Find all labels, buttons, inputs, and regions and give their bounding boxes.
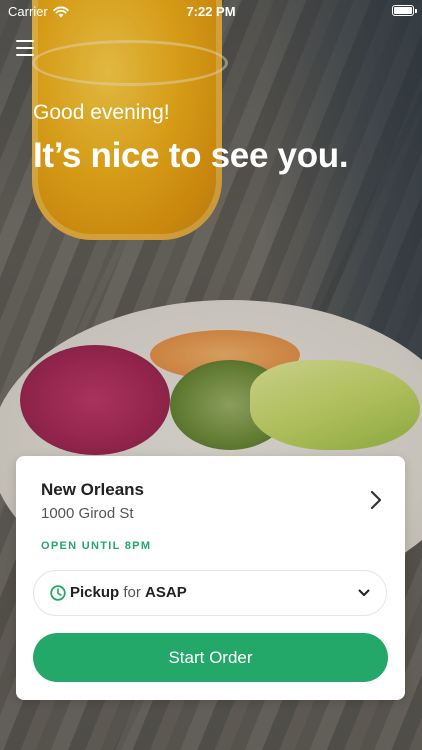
hamburger-menu-icon[interactable] — [16, 40, 34, 56]
greeting-text: Good evening! — [33, 101, 170, 124]
clock-icon — [50, 585, 66, 601]
start-order-button[interactable]: Start Order — [33, 633, 388, 682]
headline-text: It’s nice to see you. — [33, 136, 349, 175]
chevron-down-icon — [358, 589, 370, 596]
location-address: 1000 Girod St — [41, 505, 134, 522]
status-bar: Carrier 7:22 PM — [0, 0, 422, 22]
location-name: New Orleans — [41, 480, 144, 499]
battery-icon — [392, 5, 417, 16]
location-card: New Orleans 1000 Girod St OPEN UNTIL 8PM… — [16, 456, 405, 700]
pickup-connector: for — [123, 584, 141, 601]
pickup-mode: Pickup — [70, 584, 120, 601]
chevron-right-icon[interactable] — [369, 489, 383, 511]
pickup-label: Pickup for ASAP — [70, 584, 187, 601]
hours-badge: OPEN UNTIL 8PM — [41, 540, 152, 552]
pickup-time: ASAP — [145, 584, 187, 601]
status-time: 7:22 PM — [186, 4, 236, 19]
pickup-time-selector[interactable]: Pickup for ASAP — [33, 570, 387, 616]
